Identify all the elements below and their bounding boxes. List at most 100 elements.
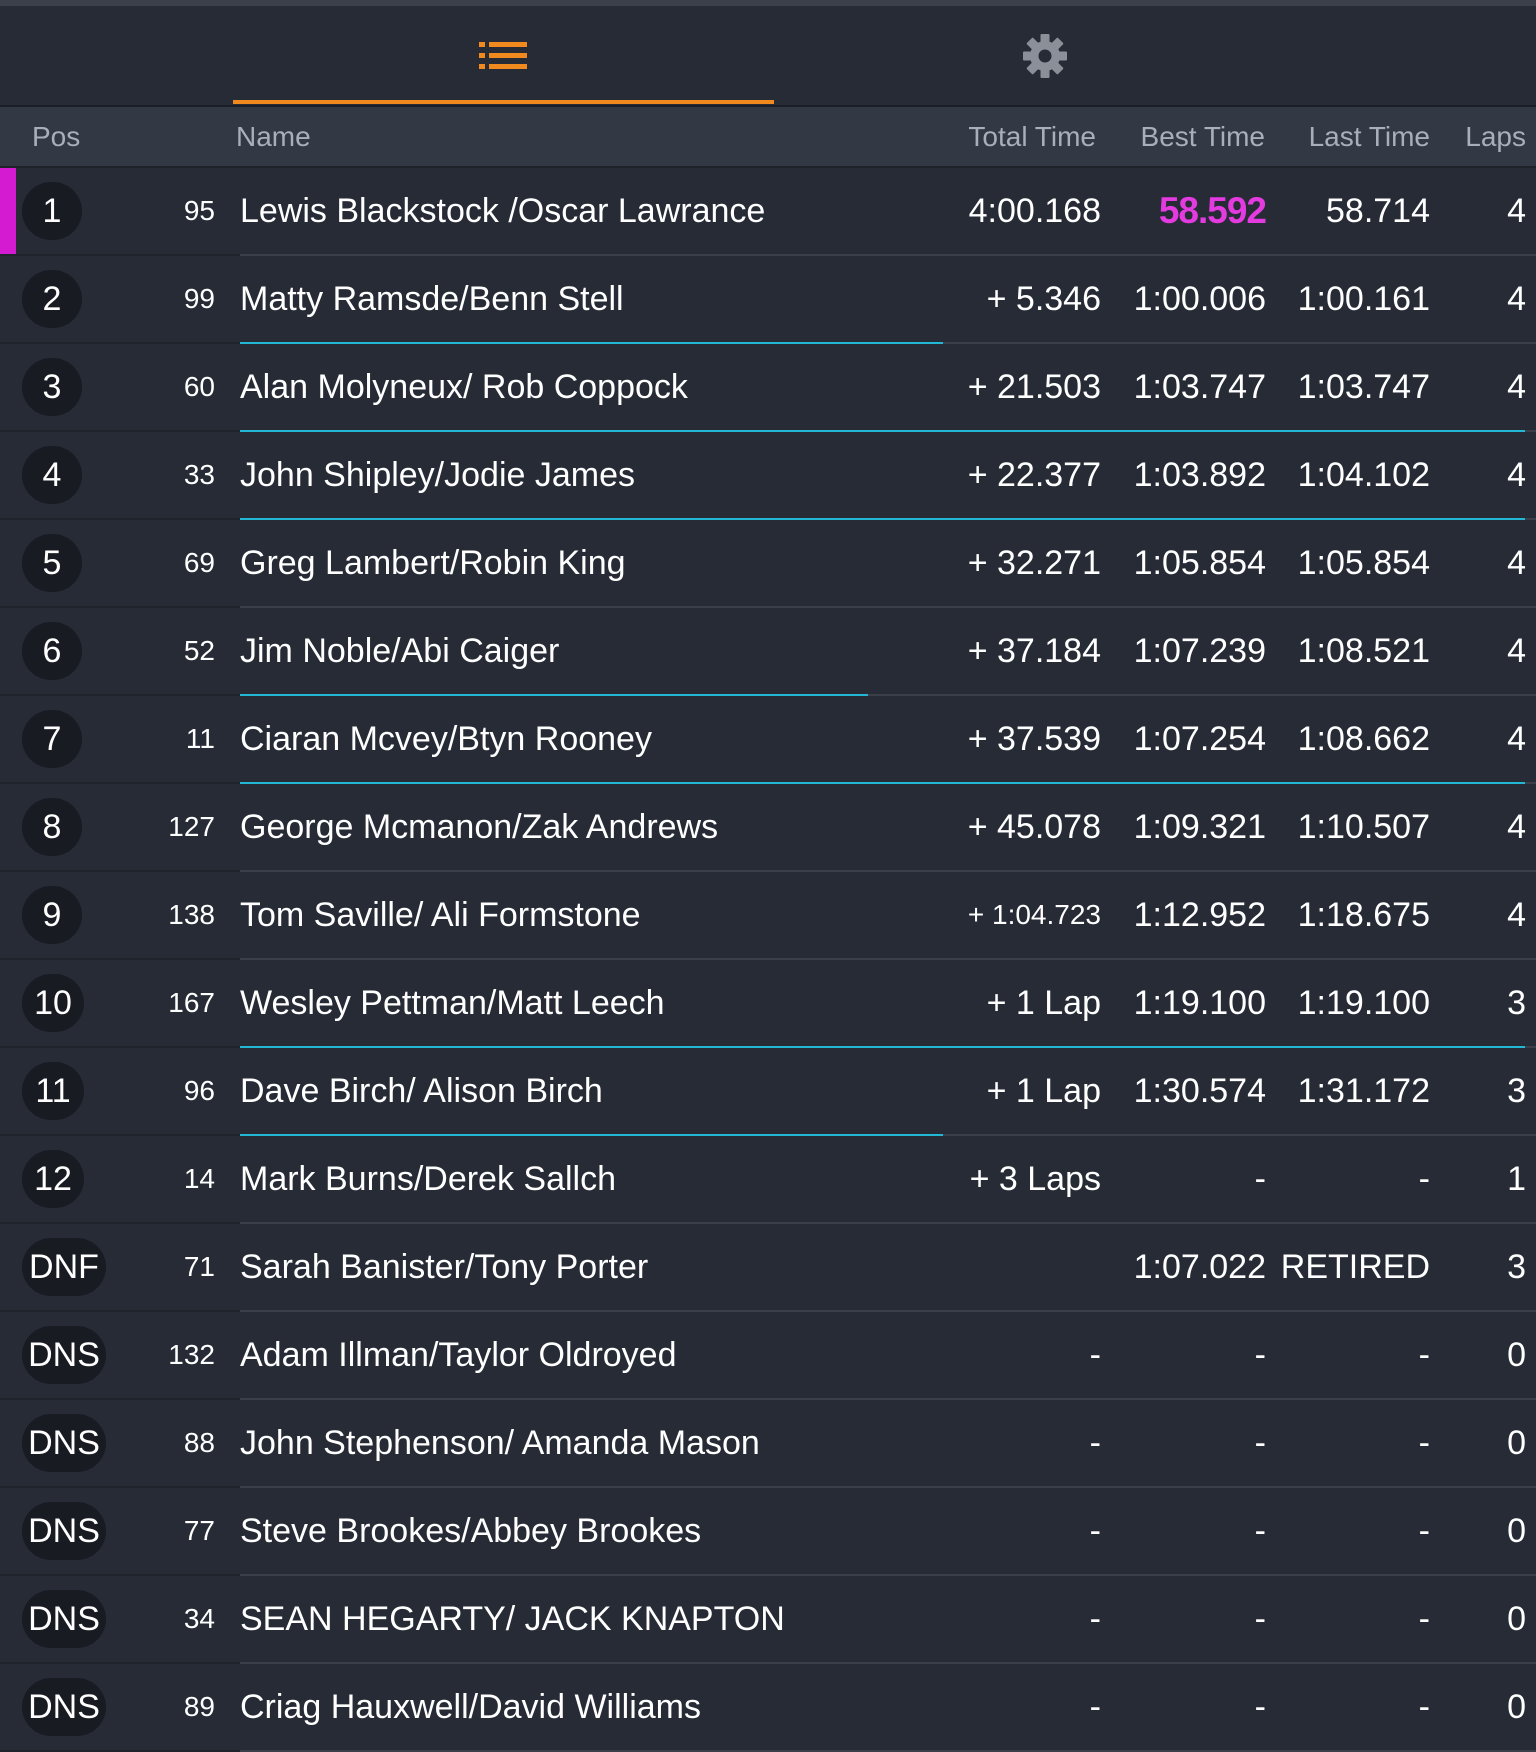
tab-settings[interactable]	[774, 6, 1315, 105]
column-header-pos[interactable]: Pos	[32, 107, 80, 166]
best-time: 1:05.854	[1133, 544, 1266, 582]
column-header-name[interactable]: Name	[236, 107, 311, 166]
laps: 4	[1507, 632, 1526, 670]
car-number: 167	[168, 987, 215, 1018]
best-time: 1:07.254	[1133, 720, 1266, 758]
position-badge: 12	[22, 1150, 84, 1208]
results-table-header: Pos Name Total Time Best Time Last Time …	[0, 107, 1536, 168]
total-time: + 1 Lap	[986, 984, 1101, 1022]
table-row[interactable]: DNS 34 SEAN HEGARTY/ JACK KNAPTON - - - …	[0, 1576, 1536, 1664]
total-time: 4:00.168	[968, 192, 1101, 230]
table-row[interactable]: DNS 88 John Stephenson/ Amanda Mason - -…	[0, 1400, 1536, 1488]
last-time: -	[1418, 1336, 1430, 1374]
best-time: 1:07.022	[1133, 1248, 1266, 1286]
car-number: 127	[168, 811, 215, 842]
best-time: 1:19.100	[1133, 984, 1266, 1022]
table-row[interactable]: 8 127 George Mcmanon/Zak Andrews + 45.07…	[0, 784, 1536, 872]
table-row[interactable]: 1 95 Lewis Blackstock /Oscar Lawrance 4:…	[0, 168, 1536, 256]
column-header-laps[interactable]: Laps	[1465, 107, 1526, 166]
driver-names: SEAN HEGARTY/ JACK KNAPTON	[240, 1600, 785, 1638]
total-time: + 1 Lap	[986, 1072, 1101, 1110]
position-badge: 10	[22, 974, 84, 1032]
driver-names: John Stephenson/ Amanda Mason	[240, 1424, 760, 1462]
position-badge: DNS	[22, 1678, 106, 1736]
best-time: 1:03.747	[1133, 368, 1266, 406]
total-time: + 22.377	[967, 456, 1101, 494]
driver-names: Tom Saville/ Ali Formstone	[240, 896, 641, 934]
leader-marker	[0, 168, 16, 254]
total-time: -	[1089, 1424, 1101, 1462]
position-badge: DNS	[22, 1326, 106, 1384]
position-badge: 4	[22, 446, 82, 504]
table-row[interactable]: 12 14 Mark Burns/Derek Sallch + 3 Laps -…	[0, 1136, 1536, 1224]
last-time: 1:03.747	[1297, 368, 1430, 406]
best-time-fastest: 58.592	[1158, 190, 1267, 231]
table-row[interactable]: 4 33 John Shipley/Jodie James + 22.377 1…	[0, 432, 1536, 520]
best-time: -	[1254, 1336, 1266, 1374]
table-row[interactable]: DNS 77 Steve Brookes/Abbey Brookes - - -…	[0, 1488, 1536, 1576]
tab-results-list[interactable]	[233, 6, 774, 105]
table-row[interactable]: 9 138 Tom Saville/ Ali Formstone + 1:04.…	[0, 872, 1536, 960]
car-number: 88	[183, 1427, 215, 1458]
total-time: + 5.346	[986, 280, 1101, 318]
car-number: 138	[168, 899, 215, 930]
laps: 4	[1507, 896, 1526, 934]
car-number: 11	[185, 723, 215, 754]
driver-names: Jim Noble/Abi Caiger	[240, 632, 560, 670]
column-header-best-time[interactable]: Best Time	[1141, 107, 1265, 166]
car-number: 71	[183, 1251, 215, 1282]
car-number: 132	[168, 1339, 215, 1370]
position-badge: 7	[22, 710, 82, 768]
car-number: 99	[183, 283, 215, 314]
column-header-last-time[interactable]: Last Time	[1309, 107, 1430, 166]
laps: 0	[1507, 1336, 1526, 1374]
best-time: 1:12.952	[1133, 896, 1266, 934]
car-number: 69	[183, 547, 215, 578]
best-time: 1:09.321	[1133, 808, 1266, 846]
driver-names: Greg Lambert/Robin King	[240, 544, 626, 582]
position-badge: DNS	[22, 1502, 106, 1560]
best-time: 1:30.574	[1133, 1072, 1266, 1110]
last-time: 1:08.521	[1297, 632, 1430, 670]
table-row[interactable]: 11 96 Dave Birch/ Alison Birch + 1 Lap 1…	[0, 1048, 1536, 1136]
laps: 3	[1507, 1248, 1526, 1286]
car-number: 77	[183, 1515, 215, 1546]
table-row[interactable]: 5 69 Greg Lambert/Robin King + 32.271 1:…	[0, 520, 1536, 608]
best-time: 1:07.239	[1133, 632, 1266, 670]
laps: 4	[1507, 192, 1526, 230]
table-row[interactable]: 6 52 Jim Noble/Abi Caiger + 37.184 1:07.…	[0, 608, 1536, 696]
total-time: + 32.271	[967, 544, 1101, 582]
last-time: 1:05.854	[1297, 544, 1430, 582]
laps: 0	[1507, 1424, 1526, 1462]
best-time: 1:00.006	[1133, 280, 1266, 318]
table-row[interactable]: 2 99 Matty Ramsde/Benn Stell + 5.346 1:0…	[0, 256, 1536, 344]
last-time: -	[1418, 1600, 1430, 1638]
table-row[interactable]: 10 167 Wesley Pettman/Matt Leech + 1 Lap…	[0, 960, 1536, 1048]
total-time: + 37.184	[967, 632, 1101, 670]
laps: 1	[1507, 1160, 1526, 1198]
gear-icon	[1022, 33, 1067, 78]
table-row[interactable]: DNS 132 Adam Illman/Taylor Oldroyed - - …	[0, 1312, 1536, 1400]
total-time: + 37.539	[967, 720, 1101, 758]
column-header-total-time[interactable]: Total Time	[968, 107, 1096, 166]
car-number: 89	[183, 1691, 215, 1722]
table-row[interactable]: DNF 71 Sarah Banister/Tony Porter 1:07.0…	[0, 1224, 1536, 1312]
last-time: 1:31.172	[1297, 1072, 1430, 1110]
driver-names: George Mcmanon/Zak Andrews	[240, 808, 719, 846]
driver-names: Alan Molyneux/ Rob Coppock	[240, 368, 688, 406]
best-time: -	[1254, 1160, 1266, 1198]
table-row[interactable]: 7 11 Ciaran Mcvey/Btyn Rooney + 37.539 1…	[0, 696, 1536, 784]
car-number: 96	[183, 1075, 215, 1106]
laps: 4	[1507, 720, 1526, 758]
position-badge: DNS	[22, 1414, 106, 1472]
driver-names: Matty Ramsde/Benn Stell	[240, 280, 624, 318]
position-badge: 3	[22, 358, 82, 416]
table-row[interactable]: 3 60 Alan Molyneux/ Rob Coppock + 21.503…	[0, 344, 1536, 432]
table-row[interactable]: DNS 89 Criag Hauxwell/David Williams - -…	[0, 1664, 1536, 1752]
laps: 0	[1507, 1600, 1526, 1638]
last-time: 1:04.102	[1297, 456, 1430, 494]
position-badge: 1	[22, 182, 82, 240]
last-time: -	[1418, 1688, 1430, 1726]
last-time: 1:19.100	[1297, 984, 1430, 1022]
last-time: 58.714	[1326, 192, 1430, 230]
